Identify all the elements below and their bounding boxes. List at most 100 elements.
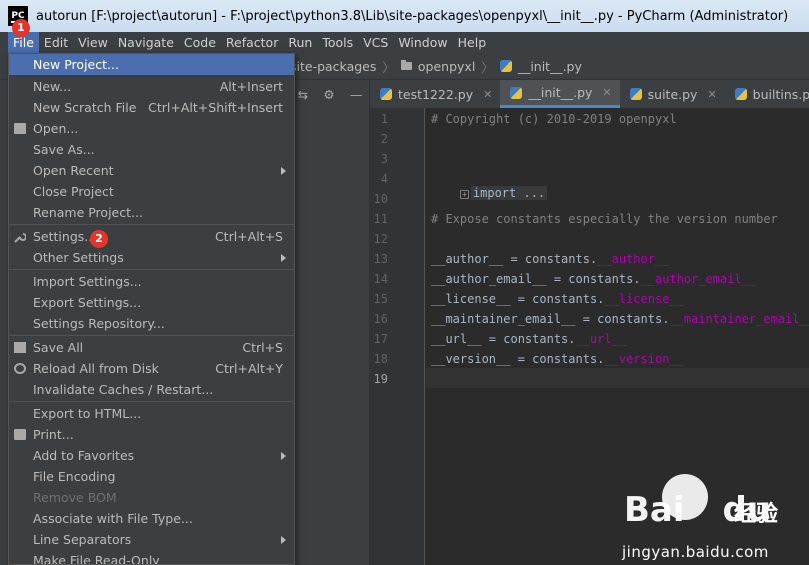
- close-icon[interactable]: ✕: [602, 86, 611, 99]
- dunder-attribute: __url__: [575, 332, 627, 346]
- line-number: 16: [373, 312, 388, 326]
- menu-item-make-read-only[interactable]: Make File Read-Only: [9, 550, 294, 564]
- submenu-arrow-icon: [281, 166, 286, 175]
- menu-item-rename-project[interactable]: Rename Project...: [9, 202, 294, 223]
- line-number: 13: [373, 252, 388, 266]
- python-file-icon: [734, 88, 747, 100]
- reload-icon: [14, 363, 26, 374]
- menu-vcs[interactable]: VCS: [358, 32, 393, 53]
- menu-item-print[interactable]: Print...: [9, 424, 294, 445]
- menu-help[interactable]: Help: [453, 32, 492, 53]
- menu-item-invalidate-caches[interactable]: Invalidate Caches / Restart...: [9, 379, 294, 400]
- menu-edit[interactable]: Edit: [39, 32, 73, 53]
- breadcrumb-openpyxl[interactable]: openpyxl: [400, 59, 475, 74]
- line-number: 2: [380, 132, 388, 146]
- menu-item-new-scratch-file[interactable]: New Scratch File Ctrl+Alt+Shift+Insert: [9, 97, 294, 118]
- line-number-gutter: 1 2 3 4 10 11 12 13 14 15 16 17 18 19: [370, 108, 425, 565]
- menu-refactor[interactable]: Refactor: [221, 32, 283, 53]
- baidu-watermark: Bai du 经验 jingyan.baidu.com: [612, 470, 807, 565]
- close-icon[interactable]: ✕: [707, 88, 716, 101]
- project-panel-toolbar: ⇆ ⚙ —: [290, 80, 370, 108]
- menu-view[interactable]: View: [73, 32, 113, 53]
- fold-expand-icon[interactable]: +: [459, 190, 469, 199]
- menu-item-close-project[interactable]: Close Project: [9, 181, 294, 202]
- line-number: 4: [380, 172, 388, 186]
- breadcrumb-init-file[interactable]: __init__.py: [499, 59, 582, 74]
- breadcrumb-separator-icon: 〉: [481, 59, 494, 75]
- close-icon[interactable]: ✕: [483, 88, 492, 101]
- menu-item-export-settings[interactable]: Export Settings...: [9, 292, 294, 313]
- menu-navigate[interactable]: Navigate: [113, 32, 179, 53]
- menu-item-settings[interactable]: Settings... Ctrl+Alt+S: [9, 226, 294, 247]
- menu-separator: [9, 224, 294, 225]
- gear-icon[interactable]: ⚙: [323, 87, 334, 102]
- code-line: # Expose constants especially the versio…: [431, 212, 778, 226]
- menu-item-settings-repository[interactable]: Settings Repository...: [9, 313, 294, 334]
- code-line: __version__ = constants.__version__: [431, 352, 684, 366]
- code-line: __author__ = constants.__author__: [431, 252, 670, 266]
- watermark-product: 经验: [734, 502, 779, 527]
- print-icon: [14, 429, 26, 440]
- menu-code[interactable]: Code: [179, 32, 221, 53]
- breadcrumb-site-packages[interactable]: site-packages: [290, 59, 376, 74]
- tab-suite[interactable]: suite.py ✕: [620, 80, 725, 108]
- line-number: 14: [373, 272, 388, 286]
- menu-item-new[interactable]: New... Alt+Insert: [9, 76, 294, 97]
- line-number: 10: [373, 192, 388, 206]
- python-file-icon: [380, 88, 392, 100]
- code-line-import[interactable]: + import ...: [431, 172, 548, 214]
- menu-item-other-settings[interactable]: Other Settings: [9, 247, 294, 268]
- menu-item-line-separators[interactable]: Line Separators: [9, 529, 294, 550]
- menu-item-export-html[interactable]: Export to HTML...: [9, 403, 294, 424]
- menu-item-save-as[interactable]: Save As...: [9, 139, 294, 160]
- watermark-url: jingyan.baidu.com: [622, 543, 769, 561]
- menu-run[interactable]: Run: [283, 32, 317, 53]
- menu-window[interactable]: Window: [393, 32, 452, 53]
- menu-item-remove-bom: Remove BOM: [33, 490, 117, 505]
- submenu-arrow-icon: [281, 253, 286, 262]
- menu-tools[interactable]: Tools: [317, 32, 358, 53]
- menu-item-save-all[interactable]: Save All Ctrl+S: [9, 337, 294, 358]
- code-line: __url__ = constants.__url__: [431, 332, 627, 346]
- menu-separator: [9, 401, 294, 402]
- wrench-icon: [14, 231, 27, 243]
- menu-item-new-project[interactable]: New Project...: [9, 54, 294, 75]
- menu-item-file-encoding[interactable]: File Encoding: [9, 466, 294, 487]
- line-number: 11: [373, 212, 388, 226]
- menu-bar: File Edit View Navigate Code Refactor Ru…: [0, 32, 809, 53]
- python-file-icon: [499, 60, 512, 72]
- submenu-arrow-icon: [281, 451, 286, 460]
- menu-item-open[interactable]: Open...: [9, 118, 294, 139]
- tab-test1222[interactable]: test1222.py ✕: [370, 80, 500, 108]
- minimize-icon[interactable]: —: [350, 87, 363, 102]
- tab-init[interactable]: __init__.py ✕: [500, 80, 620, 108]
- python-file-icon: [510, 86, 523, 99]
- menu-item-open-recent[interactable]: Open Recent: [9, 160, 294, 181]
- line-number: 1: [380, 112, 388, 126]
- dunder-attribute: __version__: [604, 352, 684, 366]
- save-icon: [14, 342, 26, 353]
- file-menu-dropdown: New Project... New... Alt+Insert New Scra…: [8, 53, 295, 565]
- submenu-arrow-icon: [281, 535, 286, 544]
- code-line: __author_email__ = constants.__author_em…: [431, 272, 757, 286]
- python-file-icon: [629, 88, 642, 100]
- tab-builtins[interactable]: builtins.py: [725, 80, 809, 108]
- step-badge-2: 2: [90, 230, 108, 248]
- code-line: # Copyright (c) 2010-2019 openpyxl: [431, 112, 677, 126]
- title-bar: PC autorun [F:\project\autorun] - F:\pro…: [0, 0, 809, 32]
- folder-icon: [400, 60, 412, 70]
- line-number: 15: [373, 292, 388, 306]
- menu-item-reload-all[interactable]: Reload All from Disk Ctrl+Alt+Y: [9, 358, 294, 379]
- menu-item-add-to-favorites[interactable]: Add to Favorites: [9, 445, 294, 466]
- editor-tabs: test1222.py ✕ __init__.py ✕ suite.py ✕ b…: [370, 80, 809, 108]
- menu-item-import-settings[interactable]: Import Settings...: [9, 271, 294, 292]
- window-title: autorun [F:\project\autorun] - F:\projec…: [36, 8, 789, 24]
- menu-item-associate-file-type[interactable]: Associate with File Type...: [9, 508, 294, 529]
- folder-open-icon: [14, 123, 26, 134]
- step-badge-1: 1: [12, 19, 30, 37]
- line-number: 19: [373, 372, 388, 386]
- current-line-highlight: [426, 368, 809, 388]
- collapse-icon[interactable]: ⇆: [298, 87, 308, 102]
- dunder-attribute: __maintainer_email__: [669, 312, 809, 326]
- code-line: __license__ = constants.__license__: [431, 292, 684, 306]
